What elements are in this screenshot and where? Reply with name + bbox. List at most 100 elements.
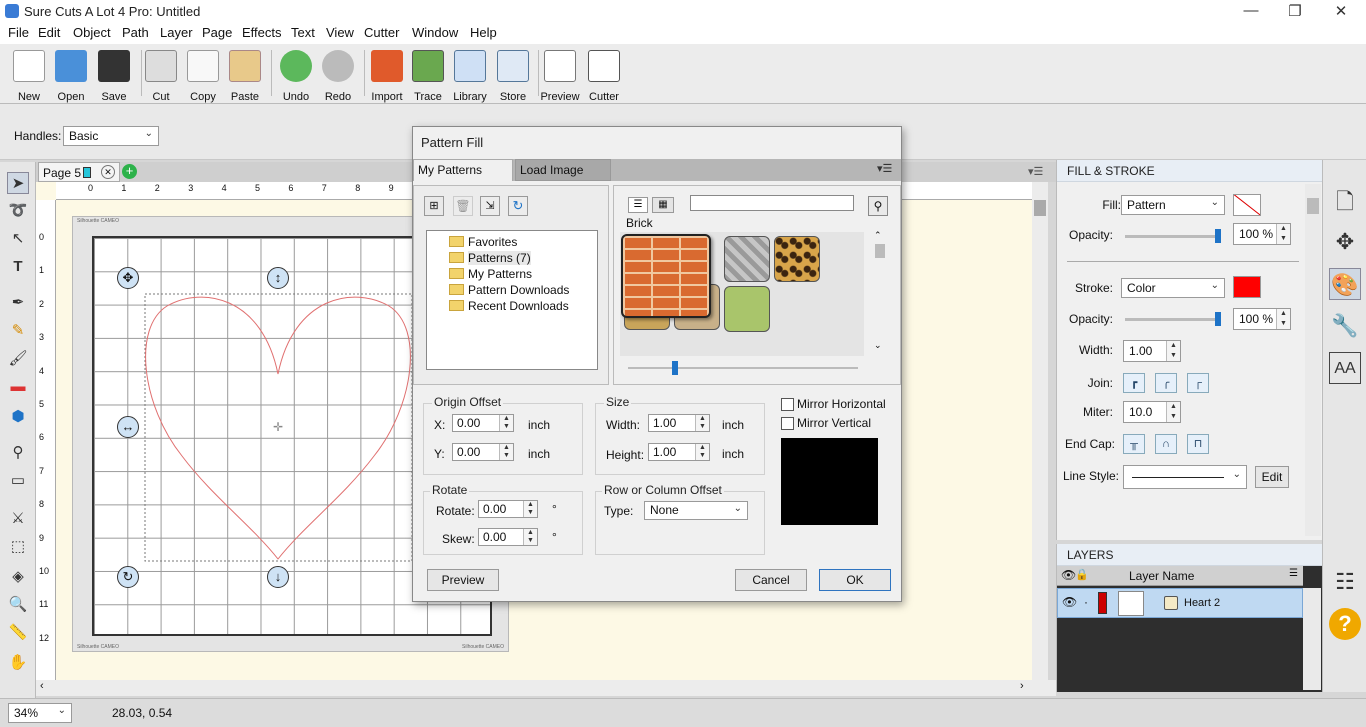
resize-horizontal-handle-icon[interactable]: ↔ <box>117 416 139 438</box>
import-pattern-icon[interactable]: ⇲ <box>480 196 500 216</box>
transform-icon[interactable]: ⬚ <box>7 536 29 558</box>
ok-button[interactable]: OK <box>819 569 891 591</box>
pattern-swatch-diamond-plate[interactable] <box>724 236 770 282</box>
tab-my-patterns[interactable]: My Patterns <box>413 159 513 181</box>
pen-tool-icon[interactable]: ✒ <box>7 292 29 314</box>
new-button[interactable]: New <box>9 48 49 103</box>
pattern-swatch-green-paper[interactable] <box>724 286 770 332</box>
dialog-menu-icon[interactable]: ▾☰ <box>877 162 892 175</box>
cut-button[interactable]: Cut <box>141 48 181 103</box>
layer-row[interactable]: 👁 · Heart 2 <box>1057 588 1303 618</box>
save-button[interactable]: Save <box>94 48 134 103</box>
paste-button[interactable]: Paste <box>225 48 265 103</box>
menu-text[interactable]: Text <box>291 25 315 40</box>
offset-type-select[interactable]: None ⌄ <box>644 501 748 520</box>
menu-edit[interactable]: Edit <box>38 25 60 40</box>
zoom-icon[interactable]: 🔍 <box>7 594 29 616</box>
menu-page[interactable]: Page <box>202 25 232 40</box>
flip-icon[interactable]: ◈ <box>7 566 29 588</box>
ruler-icon[interactable]: 📏 <box>7 622 29 644</box>
tree-item-my-patterns[interactable]: My Patterns <box>449 267 532 281</box>
cutter-button[interactable]: Cutter <box>584 48 624 103</box>
store-button[interactable]: Store <box>493 48 533 103</box>
miter-field[interactable]: 10.0 ▲ ▼ <box>1123 401 1181 423</box>
trash-icon[interactable]: 🗑 <box>453 196 473 216</box>
search-icon[interactable]: ⚲ <box>868 196 888 216</box>
tree-item-patterns[interactable]: Patterns (7) <box>449 251 531 265</box>
menu-effects[interactable]: Effects <box>242 25 282 40</box>
menu-layer[interactable]: Layer <box>160 25 193 40</box>
brush-icon[interactable]: 🖌 <box>7 348 29 370</box>
stroke-color-swatch[interactable] <box>1233 276 1261 298</box>
pattern-scrollbar[interactable]: ⌃ ⌄ <box>872 230 886 356</box>
rotate-handle-icon[interactable]: ✥ <box>117 267 139 289</box>
pattern-search-input[interactable] <box>690 195 854 211</box>
pencil-icon[interactable]: ✎ <box>7 320 29 342</box>
fill-swatch[interactable] <box>1233 194 1261 216</box>
fill-opacity-field[interactable]: 100 % ▲ ▼ <box>1233 223 1291 245</box>
open-button[interactable]: Open <box>51 48 91 103</box>
knife-icon[interactable]: ⚔ <box>7 508 29 530</box>
stroke-opacity-slider[interactable] <box>1125 312 1221 326</box>
join-bevel-icon[interactable]: ┌ <box>1187 373 1209 393</box>
canvas-vertical-scrollbar[interactable] <box>1032 182 1048 680</box>
line-style-select[interactable]: ⌄ <box>1123 465 1247 489</box>
layers-stack-icon[interactable]: ☷ <box>1329 566 1361 598</box>
mirror-horizontal-checkbox[interactable] <box>781 398 794 411</box>
menu-help[interactable]: Help <box>470 25 497 40</box>
stroke-type-select[interactable]: Color ⌄ <box>1121 278 1225 298</box>
close-tab-icon[interactable]: ✕ <box>101 165 115 179</box>
endcap-square-icon[interactable]: ⊓ <box>1187 434 1209 454</box>
fill-type-select[interactable]: Pattern ⌄ <box>1121 195 1225 215</box>
close-button[interactable]: ✕ <box>1326 2 1356 20</box>
pattern-swatch-brick[interactable] <box>621 234 711 318</box>
panel-scrollbar[interactable] <box>1305 184 1321 536</box>
lasso-icon[interactable]: ➰ <box>7 200 29 222</box>
pattern-swatch-leopard[interactable] <box>774 236 820 282</box>
join-miter-icon[interactable]: ┏ <box>1123 373 1145 393</box>
eyedropper-icon[interactable]: ⚲ <box>7 442 29 464</box>
skew-field[interactable]: 0.00 ▲ ▼ <box>478 528 538 546</box>
wrench-icon[interactable]: 🔧 <box>1329 310 1361 342</box>
line-style-edit-button[interactable]: Edit <box>1255 466 1289 488</box>
mirror-vertical-checkbox[interactable] <box>781 417 794 430</box>
tree-item-pattern-downloads[interactable]: Pattern Downloads <box>449 283 569 297</box>
endcap-butt-icon[interactable]: ╥ <box>1123 434 1145 454</box>
resize-bottom-handle-icon[interactable]: ↓ <box>267 566 289 588</box>
origin-y-field[interactable]: 0.00 ▲ ▼ <box>452 443 514 461</box>
preview-dialog-button[interactable]: Preview <box>427 569 499 591</box>
layers-scrollbar[interactable] <box>1303 588 1321 690</box>
text-tool-icon[interactable]: T <box>7 256 29 278</box>
node-edit-icon[interactable]: ↖ <box>7 228 29 250</box>
refresh-icon[interactable]: ↻ <box>508 196 528 216</box>
select-arrow-icon[interactable]: ➤ <box>7 172 29 194</box>
thumbnail-size-slider[interactable] <box>628 361 858 375</box>
library-button[interactable]: Library <box>450 48 490 103</box>
menu-file[interactable]: File <box>8 25 29 40</box>
layers-menu-icon[interactable]: ☰ <box>1289 568 1298 579</box>
move-arrows-icon[interactable]: ✥ <box>1329 226 1361 258</box>
endcap-round-icon[interactable]: ∩ <box>1155 434 1177 454</box>
rotate-field[interactable]: 0.00 ▲ ▼ <box>478 500 538 518</box>
list-view-icon[interactable]: ☰ <box>628 197 648 213</box>
join-round-icon[interactable]: ╭ <box>1155 373 1177 393</box>
help-icon[interactable]: ? <box>1329 608 1361 640</box>
size-width-field[interactable]: 1.00 ▲ ▼ <box>648 414 710 432</box>
shape-hexagon-icon[interactable]: ⬢ <box>7 406 29 428</box>
size-height-field[interactable]: 1.00 ▲ ▼ <box>648 443 710 461</box>
origin-x-field[interactable]: 0.00 ▲ ▼ <box>452 414 514 432</box>
document-icon[interactable]: 🗋 <box>1329 186 1361 218</box>
menu-view[interactable]: View <box>326 25 354 40</box>
menu-cutter[interactable]: Cutter <box>364 25 399 40</box>
page-tab[interactable]: Page 5 ✕ <box>38 162 120 182</box>
eraser-icon[interactable]: ▬ <box>7 376 29 398</box>
tree-item-recent-downloads[interactable]: Recent Downloads <box>449 299 569 313</box>
canvas-horizontal-scrollbar[interactable]: ‹ › <box>36 680 1056 696</box>
menu-window[interactable]: Window <box>412 25 458 40</box>
cancel-button[interactable]: Cancel <box>735 569 807 591</box>
fill-opacity-slider[interactable] <box>1125 229 1221 243</box>
layer-visible-icon[interactable]: 👁 <box>1062 595 1077 609</box>
grid-view-icon[interactable]: ▦ <box>652 197 674 213</box>
pan-hand-icon[interactable]: ✋ <box>7 652 29 674</box>
rectangle-icon[interactable]: ▭ <box>7 470 29 492</box>
